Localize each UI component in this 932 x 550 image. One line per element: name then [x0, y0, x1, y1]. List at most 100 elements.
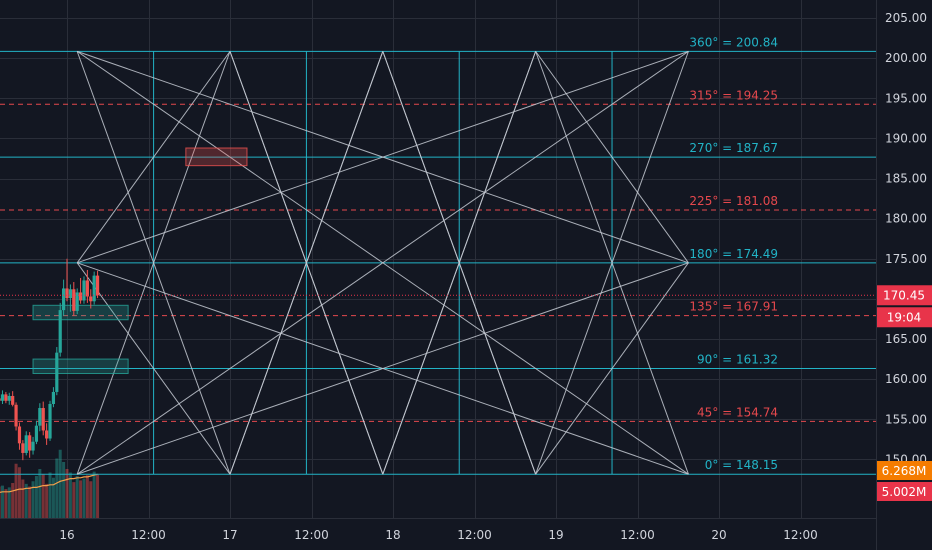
candle-body: [85, 280, 89, 297]
volume-bar: [21, 479, 25, 518]
volume-bar: [82, 478, 86, 518]
time-tick-label: 16: [59, 528, 74, 542]
last-price-value: 170.45: [883, 288, 925, 302]
time-tick-label: 12:00: [131, 528, 166, 542]
price-tick-label: 195.00: [885, 91, 927, 105]
candle-body: [0, 394, 5, 401]
volume-badge-value: 5.002M: [882, 485, 927, 499]
gann-level-label: 180° = 174.49: [689, 247, 778, 261]
time-tick-label: 12:00: [783, 528, 818, 542]
price-tick-label: 165.00: [885, 332, 927, 346]
candle-body: [21, 443, 25, 453]
volume-badge-value: 6.268M: [882, 464, 927, 478]
candle-body: [11, 395, 15, 405]
candlestick[interactable]: [55, 347, 59, 396]
gann-level-label: 270° = 187.67: [689, 141, 778, 155]
candle-body: [92, 275, 96, 302]
candle-body: [31, 441, 35, 451]
volume-bar: [85, 475, 89, 518]
time-tick-label: 12:00: [457, 528, 492, 542]
time-tick-label: 19: [548, 528, 563, 542]
support-zone-box[interactable]: [32, 304, 129, 321]
volume-bar: [65, 469, 69, 518]
volume-value-badge: 6.268M: [877, 461, 932, 480]
volume-bar: [62, 462, 66, 518]
chart-background: [0, 0, 932, 550]
volume-bar: [0, 485, 4, 518]
countdown-value: 19:04: [887, 310, 922, 324]
resistance-zone-box[interactable]: [185, 147, 248, 167]
chart-root: 360° = 200.84 315° = 194.25 270° = 187.67 2…: [0, 0, 932, 550]
gann-level-label: 135° = 167.91: [689, 300, 778, 314]
gann-square-chart[interactable]: 360° = 200.84 315° = 194.25 270° = 187.67 2…: [0, 0, 932, 550]
price-tick-label: 205.00: [885, 11, 927, 25]
price-tick-label: 200.00: [885, 51, 927, 65]
volume-bar: [72, 482, 76, 518]
candlestick[interactable]: [82, 276, 86, 304]
time-tick-label: 12:00: [294, 528, 329, 542]
gann-level-label: 45° = 154.74: [697, 405, 778, 419]
volume-bar: [89, 481, 93, 518]
price-tick-label: 160.00: [885, 372, 927, 386]
gann-level-label: 90° = 161.32: [697, 353, 778, 367]
volume-bar: [79, 480, 83, 518]
volume-bar: [28, 486, 32, 518]
gann-level-label: 315° = 194.25: [689, 88, 778, 102]
candle-body: [62, 288, 66, 311]
candle-body: [78, 292, 83, 301]
volume-bar: [11, 483, 15, 518]
volume-bar: [96, 474, 100, 518]
time-tick-label: 20: [711, 528, 726, 542]
price-tick-label: 180.00: [885, 212, 927, 226]
candle-body: [82, 280, 86, 301]
volume-bar: [92, 471, 96, 518]
candle-body: [28, 435, 32, 451]
volume-bar: [45, 483, 49, 518]
volume-bar: [41, 474, 45, 518]
time-tick-label: 12:00: [620, 528, 655, 542]
volume-bar: [38, 469, 42, 518]
volume-value-badge: 5.002M: [877, 482, 932, 501]
candle-body: [65, 288, 69, 299]
candle-body: [89, 296, 93, 302]
gann-level-label: 0° = 148.15: [705, 458, 778, 472]
candlestick[interactable]: [48, 400, 52, 441]
candlestick[interactable]: [92, 271, 96, 305]
volume-bar: [55, 458, 59, 518]
candle-body: [55, 352, 59, 392]
last-price-badge[interactable]: 170.45: [877, 285, 932, 306]
volume-bar: [58, 449, 62, 518]
volume-bar: [31, 481, 35, 518]
volume-bar: [17, 467, 21, 518]
gann-level-label: 225° = 181.08: [689, 194, 778, 208]
support-zone-box[interactable]: [32, 358, 129, 375]
price-tick-label: 155.00: [885, 412, 927, 426]
candle-body: [17, 426, 22, 444]
price-tick-label: 185.00: [885, 172, 927, 186]
volume-bar: [4, 489, 8, 518]
candle-body: [4, 394, 8, 401]
volume-bar: [34, 476, 38, 518]
countdown-badge: 19:04: [877, 307, 932, 328]
volume-bar: [48, 472, 52, 518]
candle-body: [48, 404, 52, 439]
candle-body: [34, 425, 39, 442]
candle-body: [24, 435, 28, 453]
gann-level-label: 360° = 200.84: [689, 35, 778, 49]
time-tick-label: 18: [385, 528, 400, 542]
candle-body: [38, 408, 42, 426]
volume-bar: [75, 476, 79, 518]
candle-body: [51, 391, 56, 405]
price-tick-label: 190.00: [885, 131, 927, 145]
candle-body: [58, 310, 62, 353]
time-tick-label: 17: [222, 528, 237, 542]
candlestick[interactable]: [58, 302, 62, 357]
candle-body: [14, 404, 18, 427]
candle-body: [45, 430, 49, 439]
candlestick[interactable]: [14, 402, 18, 431]
volume-bar: [0, 486, 1, 518]
candle-body: [0, 398, 1, 401]
candle-body: [41, 408, 45, 431]
candle-body: [72, 289, 76, 311]
price-tick-label: 175.00: [885, 252, 927, 266]
